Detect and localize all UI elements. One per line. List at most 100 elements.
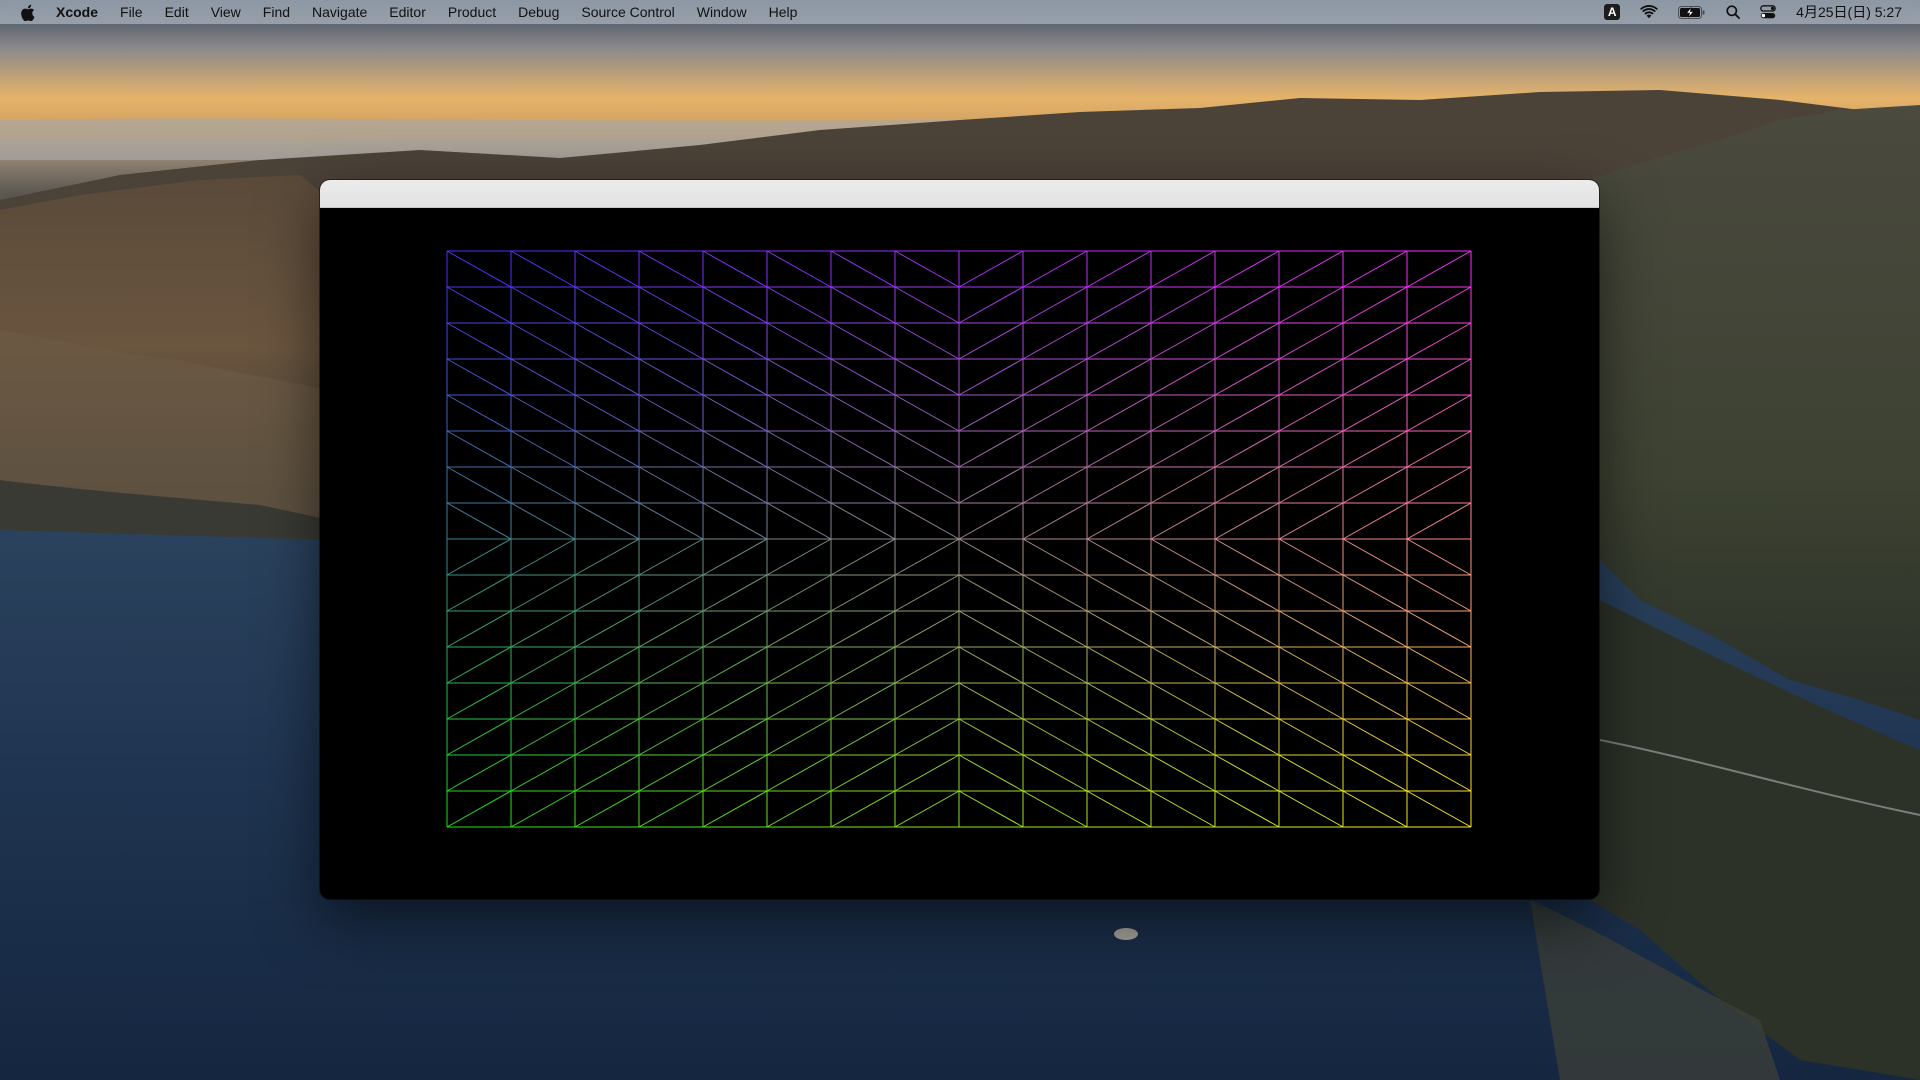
mesh-edge-diagonal: [638, 574, 704, 612]
menu-file[interactable]: File: [109, 0, 154, 24]
mesh-edge-diagonal: [1086, 358, 1152, 396]
mesh-edge-diagonal: [830, 358, 896, 396]
menu-source-control[interactable]: Source Control: [570, 0, 685, 24]
mesh-edge-diagonal: [702, 538, 768, 576]
mesh-edge-diagonal: [894, 754, 960, 792]
mesh-edge-diagonal: [1214, 610, 1280, 648]
mesh-edge-diagonal: [766, 646, 832, 684]
mesh-edge-diagonal: [958, 718, 1024, 756]
window-title-bar[interactable]: [320, 180, 1599, 208]
mesh-edge-diagonal: [1278, 754, 1344, 792]
desktop: Xcode File Edit View Find Navigate Edito…: [0, 0, 1920, 1080]
mesh-edge-diagonal: [638, 538, 704, 576]
mesh-edge-diagonal: [958, 646, 1024, 684]
mesh-edge-diagonal: [1022, 466, 1088, 504]
mesh-edge-diagonal: [446, 610, 512, 648]
mesh-edge-diagonal: [1406, 646, 1472, 684]
mesh-edge-diagonal: [702, 754, 768, 792]
mesh-edge-diagonal: [1150, 322, 1216, 360]
mesh-edge-diagonal: [702, 790, 768, 828]
mesh-edge-diagonal: [510, 610, 576, 648]
mesh-edge-diagonal: [766, 358, 832, 396]
mesh-edge-diagonal: [894, 250, 960, 288]
mesh-edge-diagonal: [1214, 286, 1280, 324]
search-icon[interactable]: [1726, 0, 1741, 24]
menu-debug[interactable]: Debug: [507, 0, 570, 24]
mesh-edge-diagonal: [446, 502, 512, 540]
mesh-edge-diagonal: [1086, 430, 1152, 468]
menu-product[interactable]: Product: [437, 0, 507, 24]
mesh-edge-diagonal: [1086, 394, 1152, 432]
menu-help[interactable]: Help: [758, 0, 809, 24]
apple-icon[interactable]: [20, 3, 36, 21]
mesh-edge-diagonal: [830, 574, 896, 612]
mesh-edge-diagonal: [1278, 538, 1344, 576]
mesh-edge-diagonal: [766, 286, 832, 324]
mesh-edge-diagonal: [1278, 250, 1344, 288]
battery-charging-icon[interactable]: [1678, 0, 1706, 24]
mesh-edge-diagonal: [1406, 394, 1472, 432]
mesh-edge-diagonal: [702, 358, 768, 396]
mesh-edge-diagonal: [958, 250, 1024, 288]
mesh-edge-diagonal: [766, 250, 832, 288]
mesh-edge-diagonal: [1278, 610, 1344, 648]
mesh-edge-diagonal: [894, 574, 960, 612]
mesh-edge-diagonal: [830, 250, 896, 288]
menu-find[interactable]: Find: [252, 0, 301, 24]
mesh-edge-diagonal: [1342, 682, 1408, 720]
mesh-edge-diagonal: [1086, 682, 1152, 720]
mesh-edge-diagonal: [1278, 322, 1344, 360]
input-source-label: A: [1604, 4, 1621, 20]
mesh-edge-diagonal: [1214, 682, 1280, 720]
mesh-edge-diagonal: [1150, 286, 1216, 324]
mesh-edge-diagonal: [574, 610, 640, 648]
app-window[interactable]: [320, 180, 1599, 899]
mesh-edge-diagonal: [1150, 754, 1216, 792]
menu-editor[interactable]: Editor: [378, 0, 437, 24]
input-source-icon[interactable]: A: [1604, 0, 1621, 24]
mesh-edge-diagonal: [830, 502, 896, 540]
mesh-edge-diagonal: [1022, 286, 1088, 324]
mesh-edge-diagonal: [638, 322, 704, 360]
mesh-edge-diagonal: [574, 538, 640, 576]
mesh-edge-diagonal: [830, 286, 896, 324]
menu-navigate[interactable]: Navigate: [301, 0, 378, 24]
mesh-edge-diagonal: [1022, 358, 1088, 396]
mesh-edge-diagonal: [1150, 574, 1216, 612]
mesh-edge-diagonal: [510, 574, 576, 612]
mesh-edge-diagonal: [638, 754, 704, 792]
metal-render-view[interactable]: [320, 208, 1599, 899]
mesh-edge-diagonal: [1406, 718, 1472, 756]
mesh-edge-diagonal: [766, 430, 832, 468]
mesh-edge-diagonal: [510, 754, 576, 792]
mesh-edge-diagonal: [1086, 646, 1152, 684]
mesh-edge-diagonal: [1086, 466, 1152, 504]
menu-app-xcode[interactable]: Xcode: [56, 0, 109, 24]
menu-bar: Xcode File Edit View Find Navigate Edito…: [0, 0, 1920, 24]
mesh-edge-diagonal: [1214, 754, 1280, 792]
mesh-edge-diagonal: [510, 466, 576, 504]
mesh-edge-diagonal: [894, 538, 960, 576]
menu-window[interactable]: Window: [686, 0, 758, 24]
mesh-edge-diagonal: [1342, 286, 1408, 324]
mesh-edge-diagonal: [766, 718, 832, 756]
mesh-edge-diagonal: [638, 250, 704, 288]
mesh-edge-diagonal: [1022, 610, 1088, 648]
mesh-edge-diagonal: [1022, 322, 1088, 360]
mesh-edge-diagonal: [574, 502, 640, 540]
mesh-edge-diagonal: [574, 754, 640, 792]
menu-view[interactable]: View: [200, 0, 252, 24]
mesh-edge-diagonal: [446, 466, 512, 504]
mesh-edge-diagonal: [638, 466, 704, 504]
mesh-edge-diagonal: [1342, 790, 1408, 828]
mesh-edge-diagonal: [574, 394, 640, 432]
wifi-icon[interactable]: [1640, 0, 1659, 24]
menu-clock[interactable]: 4月25日(日) 5:27: [1796, 2, 1902, 22]
mesh-edge-diagonal: [702, 466, 768, 504]
mesh-edge-diagonal: [958, 394, 1024, 432]
menu-edit[interactable]: Edit: [154, 0, 200, 24]
mesh-edge-diagonal: [1406, 430, 1472, 468]
control-center-icon[interactable]: [1760, 0, 1777, 24]
mesh-edge-diagonal: [702, 718, 768, 756]
mesh-edge-diagonal: [446, 286, 512, 324]
